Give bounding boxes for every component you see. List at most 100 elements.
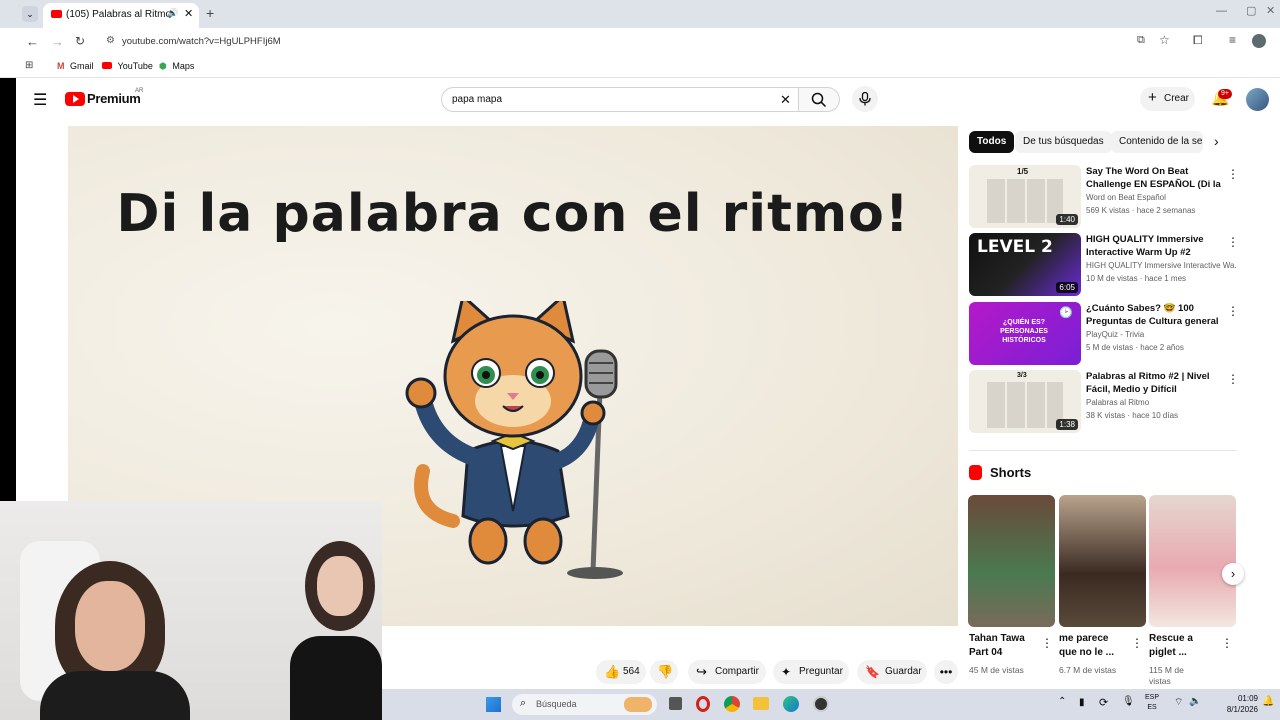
opera-icon[interactable] bbox=[696, 696, 710, 712]
task-view-icon[interactable] bbox=[669, 697, 682, 710]
search-icon bbox=[811, 92, 827, 108]
video-thumbnail[interactable]: LEVEL 2 6:05 bbox=[969, 233, 1081, 296]
chips-next-icon[interactable]: › bbox=[1214, 133, 1219, 149]
shorts-next-icon[interactable]: › bbox=[1222, 563, 1244, 585]
minimize-window-icon[interactable]: — bbox=[1216, 5, 1227, 17]
taskbar-search[interactable]: ⌕ Búsqueda bbox=[512, 694, 657, 715]
tab-audio-icon[interactable]: 🔊 bbox=[167, 8, 178, 19]
hamburger-menu-icon[interactable]: ☰ bbox=[33, 90, 47, 110]
file-explorer-icon[interactable] bbox=[753, 697, 769, 710]
more-vert-icon[interactable]: ⋮ bbox=[1227, 235, 1239, 249]
share-button[interactable]: ↪ Compartir bbox=[688, 660, 766, 684]
tab-list-dropdown-icon[interactable]: ⌄ bbox=[22, 6, 38, 22]
recommendation-item[interactable]: 3/3 1:38 Palabras al Ritmo #2 | Nivel Fá… bbox=[969, 370, 1239, 433]
watch-later-icon[interactable]: 🕑 bbox=[1059, 306, 1073, 319]
more-vert-icon[interactable]: ⋮ bbox=[1227, 372, 1239, 386]
forward-icon[interactable]: → bbox=[51, 34, 64, 49]
bookmark-star-icon[interactable]: ☆ bbox=[1159, 33, 1170, 47]
video-overlay-title: Di la palabra con el ritmo! bbox=[116, 184, 910, 244]
recommendation-item[interactable]: ¿QUIÉN ES? PERSONAJES HISTÓRICOS 🕑 ¿Cuán… bbox=[969, 302, 1239, 365]
youtube-favicon-icon bbox=[51, 10, 62, 18]
search-input[interactable]: papa mapa ✕ bbox=[441, 87, 799, 112]
video-title[interactable]: Say The Word On Beat Challenge EN ESPAÑO… bbox=[1086, 165, 1226, 192]
video-title[interactable]: ¿Cuánto Sabes? 🤓 100 Preguntas de Cultur… bbox=[1086, 302, 1226, 329]
create-button[interactable]: + Crear bbox=[1140, 87, 1195, 111]
language-indicator[interactable]: ESP ES bbox=[1145, 693, 1159, 713]
short-thumbnail[interactable] bbox=[1149, 495, 1236, 627]
chrome-icon[interactable] bbox=[724, 696, 740, 712]
account-avatar[interactable] bbox=[1246, 88, 1269, 111]
thumbnail-text: ¿QUIÉN ES? PERSONAJES HISTÓRICOS bbox=[1000, 319, 1048, 344]
recommendation-item[interactable]: LEVEL 2 6:05 HIGH QUALITY Immersive Inte… bbox=[969, 233, 1239, 296]
windows-start-icon[interactable] bbox=[486, 697, 501, 712]
voice-search-button[interactable] bbox=[852, 86, 878, 112]
video-thumbnail[interactable]: ¿QUIÉN ES? PERSONAJES HISTÓRICOS 🕑 bbox=[969, 302, 1081, 365]
profile-avatar[interactable] bbox=[1252, 34, 1266, 48]
section-divider bbox=[969, 450, 1237, 451]
volume-icon[interactable]: 🔈 bbox=[1189, 696, 1201, 707]
channel-name[interactable]: HIGH QUALITY Immersive Interactive Wa... bbox=[1086, 261, 1236, 270]
browser-tab-active[interactable]: (105) Palabras al Ritmo #1 🔊 ✕ bbox=[43, 3, 199, 28]
apps-grid-icon[interactable]: ⊞ bbox=[25, 60, 33, 71]
tab-close-icon[interactable]: ✕ bbox=[184, 7, 193, 20]
video-thumbnail[interactable]: 1/5 1:40 bbox=[969, 165, 1081, 228]
youtube-play-logo-icon bbox=[65, 92, 85, 106]
bookmark-label: Maps bbox=[172, 61, 195, 71]
bookmarks-bar: ⊞ M Gmail YouTube ⬢ Maps bbox=[0, 56, 1280, 78]
clear-search-icon[interactable]: ✕ bbox=[780, 92, 791, 108]
close-window-icon[interactable]: ✕ bbox=[1266, 4, 1275, 17]
new-tab-icon[interactable]: + bbox=[206, 5, 214, 21]
tray-sync-icon[interactable]: ⟳ bbox=[1099, 696, 1108, 709]
tray-app-icon[interactable]: ▮ bbox=[1079, 697, 1085, 708]
like-button[interactable]: 👍 564 bbox=[596, 660, 646, 684]
ask-button[interactable]: ✦ Preguntar bbox=[773, 660, 849, 684]
more-vert-icon[interactable]: ⋮ bbox=[1227, 167, 1239, 181]
recommendation-item[interactable]: 1/5 1:40 Say The Word On Beat Challenge … bbox=[969, 165, 1239, 228]
bookmark-maps[interactable]: ⬢ Maps bbox=[159, 61, 194, 72]
chip-from-searches[interactable]: De tus búsquedas bbox=[1015, 131, 1112, 153]
more-vert-icon[interactable]: ⋮ bbox=[1131, 636, 1143, 650]
channel-name[interactable]: PlayQuiz - Trivia bbox=[1086, 330, 1236, 339]
video-title[interactable]: Palabras al Ritmo #2 | Nivel Fácil, Medi… bbox=[1086, 370, 1226, 396]
more-vert-icon[interactable]: ⋮ bbox=[1041, 636, 1053, 650]
short-title[interactable]: Tahan Tawa Part 04 bbox=[969, 632, 1039, 660]
dislike-button[interactable]: 👎 bbox=[650, 660, 678, 684]
reload-icon[interactable]: ↻ bbox=[75, 34, 85, 48]
brand-text: Premium bbox=[87, 91, 141, 106]
channel-name[interactable]: Word on Beat Español bbox=[1086, 193, 1236, 202]
video-title[interactable]: HIGH QUALITY Immersive Interactive Warm … bbox=[1086, 233, 1226, 259]
channel-name[interactable]: Palabras al Ritmo bbox=[1086, 398, 1236, 407]
more-vert-icon[interactable]: ⋮ bbox=[1221, 636, 1233, 650]
chip-all[interactable]: Todos bbox=[969, 131, 1015, 153]
search-button[interactable] bbox=[799, 87, 840, 112]
maximize-window-icon[interactable]: ▢ bbox=[1246, 4, 1256, 17]
short-thumbnail[interactable] bbox=[1059, 495, 1146, 627]
omnibox[interactable]: ⚙ youtube.com/watch?v=HgULPHFIj6M bbox=[98, 32, 1178, 53]
video-thumbnail[interactable]: 3/3 1:38 bbox=[969, 370, 1081, 433]
save-button[interactable]: 🔖 Guardar bbox=[857, 660, 927, 684]
short-title[interactable]: me parece que no le ... bbox=[1059, 632, 1129, 660]
extensions-icon[interactable]: ⧠ bbox=[1193, 33, 1203, 48]
wifi-icon[interactable]: ⌔ bbox=[1174, 696, 1183, 709]
back-icon[interactable]: ← bbox=[26, 34, 39, 49]
short-thumbnail[interactable] bbox=[968, 495, 1055, 627]
url-text: youtube.com/watch?v=HgULPHFIj6M bbox=[122, 36, 281, 47]
tray-mic-icon[interactable]: 🎙 bbox=[1122, 696, 1135, 707]
cast-icon[interactable]: ⧉ bbox=[1137, 34, 1145, 47]
site-info-icon[interactable]: ⚙ bbox=[106, 35, 115, 46]
chip-series-content[interactable]: Contenido de la ser bbox=[1111, 131, 1203, 153]
clock-date: 8/1/2026 bbox=[1226, 705, 1258, 714]
obs-icon[interactable] bbox=[813, 696, 829, 712]
more-actions-button[interactable]: ••• bbox=[934, 660, 958, 684]
short-title[interactable]: Rescue a piglet ... bbox=[1149, 632, 1219, 660]
media-control-icon[interactable]: ≡ bbox=[1229, 33, 1236, 47]
notification-center-icon[interactable]: 🔔 bbox=[1262, 696, 1274, 707]
bookmark-youtube[interactable]: YouTube bbox=[102, 61, 153, 71]
clock[interactable]: 01:09 8/1/2026 bbox=[1208, 693, 1258, 715]
edge-icon[interactable] bbox=[783, 696, 799, 712]
streamer-left bbox=[40, 561, 190, 720]
more-vert-icon[interactable]: ⋮ bbox=[1227, 304, 1239, 318]
bookmark-gmail[interactable]: M Gmail bbox=[57, 61, 94, 71]
tray-chevron-icon[interactable]: ⌃ bbox=[1058, 696, 1066, 707]
thumbnail-text: 1/5 bbox=[1017, 167, 1029, 176]
